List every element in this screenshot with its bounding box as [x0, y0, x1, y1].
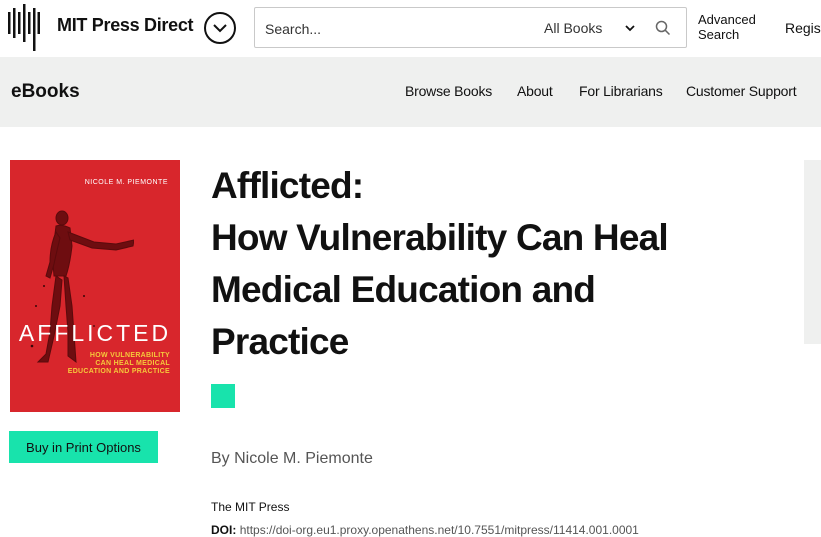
open-access-badge-icon	[211, 384, 235, 408]
side-panel	[804, 160, 821, 344]
book-cover: NICOLE M. PIEMONTE AFFLICTED HOW VULNERA…	[10, 160, 180, 412]
top-bar: MIT Press Direct All Books Advanced Sear…	[0, 0, 821, 57]
doi-label: DOI:	[211, 523, 237, 537]
book-title: Afflicted: How Vulnerability Can Heal Me…	[211, 160, 771, 368]
search-icon[interactable]	[654, 19, 672, 37]
nav-about[interactable]: About	[517, 83, 553, 99]
doi: DOI: https://doi-org.eu1.proxy.openathen…	[211, 523, 639, 537]
nav-customer-support[interactable]: Customer Support	[686, 83, 797, 99]
book-title-line: Practice	[211, 321, 349, 362]
advanced-search-link[interactable]: Advanced Search	[698, 12, 756, 42]
advanced-search-line-2: Search	[698, 27, 740, 42]
advanced-search-line-1: Advanced	[698, 12, 756, 27]
nav-for-librarians[interactable]: For Librarians	[579, 83, 663, 99]
by-label: By	[211, 450, 230, 467]
book-title-line: Afflicted:	[211, 165, 364, 206]
section-title[interactable]: eBooks	[11, 81, 80, 103]
register-link[interactable]: Register	[785, 20, 821, 36]
search-bar: All Books	[254, 7, 687, 48]
buy-in-print-button[interactable]: Buy in Print Options	[9, 431, 158, 463]
chevron-down-icon[interactable]	[624, 22, 636, 34]
cover-subtitle-line: HOW VULNERABILITY	[89, 352, 170, 359]
publisher: The MIT Press	[211, 500, 290, 514]
cover-subtitle-line: EDUCATION AND PRACTICE	[67, 368, 170, 375]
site-menu-button[interactable]	[204, 12, 236, 44]
nav-browse-books[interactable]: Browse Books	[405, 83, 492, 99]
byline: By Nicole M. Piemonte	[211, 450, 373, 468]
ebooks-subnav: eBooks Browse Books About For Librarians…	[0, 57, 821, 127]
book-title-line: Medical Education and	[211, 269, 596, 310]
book-title-line: How Vulnerability Can Heal	[211, 217, 669, 258]
chevron-down-icon	[213, 23, 227, 32]
cover-subtitle: HOW VULNERABILITY CAN HEAL MEDICAL EDUCA…	[60, 352, 170, 376]
cover-subtitle-line: CAN HEAL MEDICAL	[95, 360, 170, 367]
search-scope-select[interactable]: All Books	[544, 20, 602, 36]
cover-author: NICOLE M. PIEMONTE	[84, 179, 168, 186]
search-input[interactable]	[263, 17, 537, 41]
mit-press-logo-icon[interactable]	[8, 4, 40, 51]
cover-title: AFFLICTED	[18, 320, 172, 346]
brand-name[interactable]: MIT Press Direct	[57, 15, 194, 36]
author-link[interactable]: Nicole M. Piemonte	[234, 450, 373, 467]
doi-link[interactable]: https://doi-org.eu1.proxy.openathens.net…	[240, 523, 639, 537]
